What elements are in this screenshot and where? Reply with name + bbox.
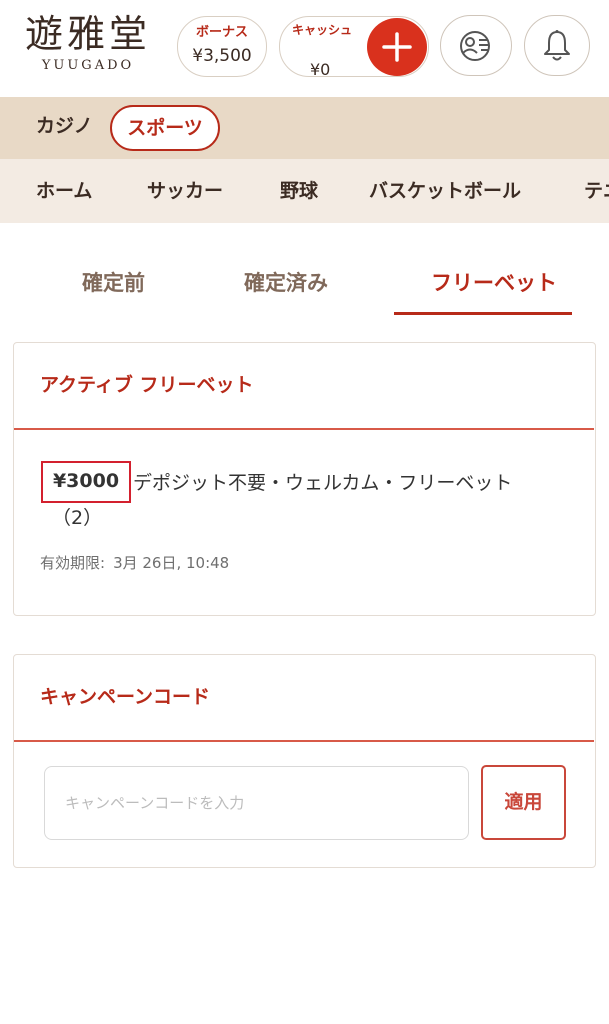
plus-icon [382,32,412,62]
bet-tabs: 確定前 確定済み フリーベット [0,223,609,323]
campaign-code-title: キャンペーンコード [40,686,211,708]
bonus-label: ボーナス [195,25,248,40]
logo-kanji: 遊雅堂 [24,12,151,56]
logo-latin: YUUGADO [41,58,135,73]
sports-nav: ホーム サッカー 野球 バスケットボール テニ [0,159,609,223]
category-sports[interactable]: スポーツ [110,105,220,151]
tab-settled[interactable]: 確定済み [244,269,328,297]
category-casino[interactable]: カジノ [36,113,93,139]
bell-icon [544,29,570,60]
sports-nav-tennis[interactable]: テニ [584,178,609,204]
freebet-amount: ¥3000 [41,461,131,503]
user-card-icon [460,30,490,61]
active-freebet-card: アクティブ フリーベット ¥3000 デポジット不要・ウェルカム・フリーベット … [13,342,596,616]
campaign-code-card: キャンペーンコード キャンペーンコードを入力 適用 [13,654,596,868]
cash-value: ¥0 [310,60,331,79]
freebet-expiry: 有効期限: 3月 26日, 10:48 [40,553,237,573]
tab-pending[interactable]: 確定前 [82,269,145,297]
tab-freebet[interactable]: フリーベット [431,269,557,297]
expiry-value: 3月 26日, 10:48 [113,554,230,572]
app-header: 遊雅堂 YUUGADO ボーナス ¥3,500 キャッシュ ¥0 [0,0,609,97]
freebet-count: （2） [52,507,103,529]
freebet-description: デポジット不要・ウェルカム・フリーベット [133,472,513,494]
card-divider [14,428,594,430]
bonus-value: ¥3,500 [192,46,252,66]
sports-nav-home[interactable]: ホーム [36,178,92,204]
apply-button[interactable]: 適用 [481,765,566,840]
notifications-button[interactable] [524,15,590,76]
sports-nav-basketball[interactable]: バスケットボール [369,178,521,204]
cash-label: キャッシュ [292,23,353,37]
category-bar: カジノ スポーツ [0,97,609,159]
active-tab-indicator [394,312,572,315]
deposit-button[interactable] [367,18,427,76]
campaign-code-input[interactable]: キャンペーンコードを入力 [44,766,469,840]
active-freebet-title: アクティブ フリーベット [40,374,254,396]
yuugado-logo[interactable]: 遊雅堂 YUUGADO [18,10,158,80]
account-button[interactable] [440,15,512,76]
expiry-label: 有効期限: [40,554,106,572]
sports-nav-soccer[interactable]: サッカー [147,178,223,204]
card-divider [14,740,594,742]
bonus-balance-pill[interactable]: ボーナス ¥3,500 [177,16,267,77]
sports-nav-baseball[interactable]: 野球 [280,178,318,204]
